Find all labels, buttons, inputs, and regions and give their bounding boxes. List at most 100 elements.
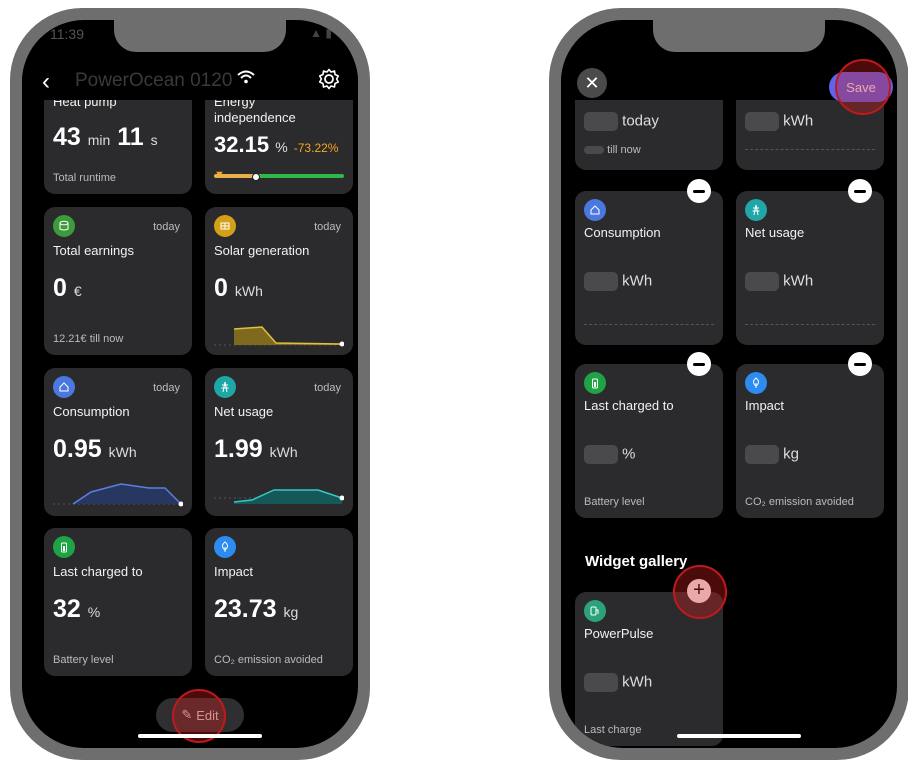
widget-gallery-title: Widget gallery <box>585 553 688 570</box>
card-footer: Battery level <box>53 654 114 666</box>
tap-highlight <box>673 565 727 619</box>
gear-icon[interactable] <box>318 68 340 90</box>
value-unit: % <box>622 445 636 463</box>
status-time: 11:39 <box>50 26 84 42</box>
period-label: today <box>314 382 341 394</box>
period-label: today <box>314 221 341 233</box>
footer-text: till now <box>607 144 641 156</box>
card-net-usage[interactable]: Net usage kWh <box>736 191 884 345</box>
value-number: 0 <box>53 274 67 302</box>
phone-right: today till now kWh ✕ Save Consumption kW… <box>549 8 908 760</box>
net-usage-sparkline <box>214 489 344 504</box>
header-bar: ‹ PowerOcean 0120 <box>22 66 358 100</box>
card-consumption[interactable]: Consumption kWh <box>575 191 723 345</box>
value-row: kWh <box>584 272 714 291</box>
notch <box>114 20 286 52</box>
card-title: Total earnings <box>53 243 134 258</box>
value-row: kWh <box>584 673 714 692</box>
remove-widget-button[interactable] <box>848 179 872 203</box>
card-footer: Total runtime <box>53 172 116 184</box>
value-placeholder <box>584 272 618 291</box>
card-footer: 12.21€ till now <box>53 333 124 345</box>
independence-bar <box>214 174 344 178</box>
card-footer: CO₂ emission avoided <box>745 496 854 508</box>
solar-value: 0 kWh <box>214 274 344 303</box>
wifi-icon <box>237 70 255 89</box>
value-unit: kg <box>783 445 800 463</box>
close-icon[interactable]: ✕ <box>577 68 607 98</box>
leaf-icon <box>214 536 236 558</box>
value-unit: kWh <box>234 283 263 299</box>
value-unit: kWh <box>622 272 653 290</box>
card-last-charged[interactable]: Last charged to 32 % Battery level <box>44 528 192 676</box>
card-impact[interactable]: Impact 23.73 kg CO₂ emission avoided <box>205 528 353 676</box>
runtime-value: 43 min 11 s <box>53 123 183 152</box>
card-footer: Last charge <box>584 724 642 736</box>
independence-marker <box>251 173 260 181</box>
value-unit: kWh <box>108 444 137 460</box>
minutes-unit: min <box>87 132 111 148</box>
value-row: % <box>584 445 714 464</box>
remove-widget-button[interactable] <box>687 179 711 203</box>
remove-widget-button[interactable] <box>848 352 872 376</box>
power-tower-icon <box>745 199 767 221</box>
battery-icon <box>53 536 75 558</box>
value-number: 1.99 <box>214 435 263 463</box>
tap-highlight <box>835 59 891 115</box>
power-tower-icon <box>214 376 236 398</box>
value-unit: kg <box>283 604 299 620</box>
edit-screen: today till now kWh ✕ Save Consumption kW… <box>561 20 897 748</box>
chart-baseline <box>745 149 875 150</box>
coins-icon <box>53 215 75 237</box>
back-arrow-icon[interactable]: ‹ <box>42 68 50 96</box>
ev-charger-icon <box>584 600 606 622</box>
card-total-earnings[interactable]: today Total earnings 0 € 12.21€ till now <box>44 207 192 355</box>
card-title: Net usage <box>214 404 274 419</box>
card-title: Last charged to <box>53 564 143 579</box>
home-indicator <box>138 734 262 738</box>
notch <box>653 20 825 52</box>
delta-value: -73.22% <box>293 141 339 155</box>
chart-baseline <box>584 324 714 325</box>
value-placeholder <box>584 112 618 131</box>
earnings-value: 0 € <box>53 274 183 303</box>
leaf-icon <box>745 372 767 394</box>
value-unit: % <box>275 139 288 155</box>
dashboard-screen: 11:39 ▲ ▮ Heat pump 43 min 11 s Total ru… <box>22 20 358 748</box>
value-unit: kWh <box>783 112 814 130</box>
period-label: today <box>153 221 180 233</box>
card-last-charged[interactable]: Last charged to % Battery level <box>575 364 723 518</box>
footer-placeholder <box>584 146 604 155</box>
period-label: today <box>153 382 180 394</box>
card-solar-generation[interactable]: today Solar generation 0 kWh <box>205 207 353 355</box>
value-placeholder <box>745 445 779 464</box>
remove-widget-button[interactable] <box>687 352 711 376</box>
value-unit: kWh <box>269 444 298 460</box>
value-row: kWh <box>745 112 875 131</box>
value-unit: kWh <box>622 673 653 691</box>
card-title: Impact <box>745 398 785 413</box>
house-icon <box>584 199 606 221</box>
device-name: PowerOcean 0120 <box>75 70 233 91</box>
value-number: 32 <box>53 595 81 623</box>
card-footer: till now <box>584 144 641 156</box>
seconds-unit: s <box>150 132 158 148</box>
solar-panel-icon <box>214 215 236 237</box>
battery-icon <box>584 372 606 394</box>
consumption-sparkline <box>53 483 183 507</box>
consumption-value: 0.95 kWh <box>53 435 183 464</box>
card-title: Consumption <box>584 225 661 240</box>
card-consumption[interactable]: today Consumption 0.95 kWh <box>44 368 192 516</box>
card-impact[interactable]: Impact kg CO₂ emission avoided <box>736 364 884 518</box>
value-placeholder <box>745 272 779 291</box>
card-title: Consumption <box>53 404 130 419</box>
chart-baseline <box>745 324 875 325</box>
seconds-value: 11 <box>117 123 144 151</box>
card-title: Solar generation <box>214 243 310 258</box>
net-usage-value: 1.99 kWh <box>214 435 344 464</box>
value-placeholder <box>584 445 618 464</box>
solar-sparkline <box>214 326 344 347</box>
status-icons: ▲ ▮ <box>310 26 332 40</box>
card-title: Net usage <box>745 225 805 240</box>
card-net-usage[interactable]: today Net usage 1.99 kWh <box>205 368 353 516</box>
